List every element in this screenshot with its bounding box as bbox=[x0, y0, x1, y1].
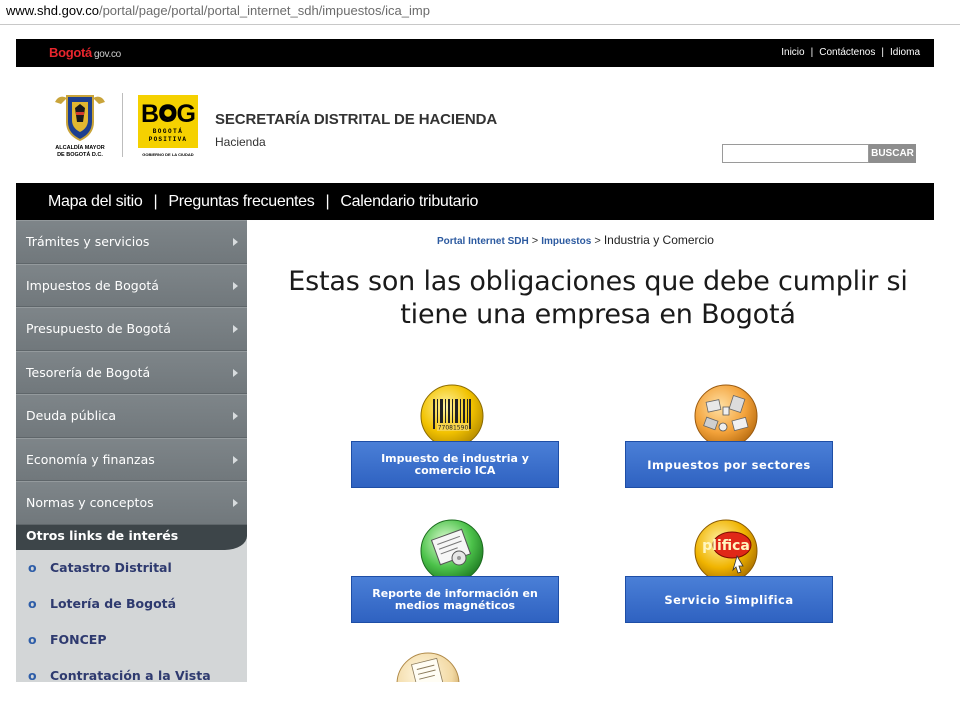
url-host: www.shd.gov.co bbox=[6, 3, 99, 18]
sidebar-item-label: Impuestos de Bogotá bbox=[26, 277, 159, 293]
svg-text:DE BOGOTÁ D.C.: DE BOGOTÁ D.C. bbox=[57, 151, 103, 158]
chevron-right-icon bbox=[233, 499, 238, 507]
sidebar-item-label: Economía y finanzas bbox=[26, 451, 155, 467]
nav-calendario-tributario[interactable]: Calendario tributario bbox=[340, 193, 478, 211]
brand-suffix: gov.co bbox=[93, 49, 121, 60]
link-contactenos[interactable]: Contáctenos bbox=[819, 47, 875, 58]
tile-sectores[interactable]: Impuestos por sectores bbox=[625, 383, 833, 489]
sidebar-item-label: Deuda pública bbox=[26, 408, 117, 423]
page-title: SECRETARÍA DISTRITAL DE HACIENDA bbox=[215, 111, 498, 128]
link-label: FONCEP bbox=[50, 632, 107, 647]
link-label: Lotería de Bogotá bbox=[50, 596, 177, 611]
breadcrumb-current: Industria y Comercio bbox=[603, 233, 714, 247]
alcaldia-bogota-logo[interactable]: ALCALDÍA MAYOR DE BOGOTÁ D.C. bbox=[45, 92, 115, 160]
svg-text:ALCALDÍA MAYOR: ALCALDÍA MAYOR bbox=[55, 143, 104, 151]
sidebar-item-deuda[interactable]: Deuda pública bbox=[16, 394, 247, 438]
other-links-heading: Otros links de interés bbox=[16, 525, 247, 550]
simplifica-icon: plifica bbox=[694, 519, 758, 583]
bullet-icon: o bbox=[28, 560, 37, 575]
chevron-right-icon bbox=[233, 325, 238, 333]
site-header: ALCALDÍA MAYOR DE BOGOTÁ D.C. BOG BOGOTÁ… bbox=[16, 67, 934, 183]
link-loteria[interactable]: o Lotería de Bogotá bbox=[16, 586, 247, 622]
tile-label: Impuesto de industria y comercio ICA bbox=[351, 441, 559, 488]
web-page: Bogotá gov.co Inicio | Contáctenos | Idio… bbox=[16, 39, 934, 682]
simplifica-logo-text: plifica bbox=[702, 538, 750, 554]
barcode-icon: 77081590 bbox=[420, 384, 484, 448]
other-links-list: o Catastro Distrital o Lotería de Bogotá o… bbox=[16, 550, 247, 682]
barcode-number: 77081590 bbox=[438, 425, 469, 432]
top-strip: Bogotá gov.co Inicio | Contáctenos | Idio… bbox=[16, 39, 934, 67]
breadcrumb-portal[interactable]: Portal Internet SDH bbox=[437, 236, 529, 247]
sidebar-item-label: Tesorería de Bogotá bbox=[26, 364, 151, 380]
breadcrumb: Portal Internet SDH > Impuestos > Indust… bbox=[437, 233, 714, 247]
svg-text:GOBIERNO DE LA CIUDAD: GOBIERNO DE LA CIUDAD bbox=[142, 152, 194, 157]
sidebar-item-normas[interactable]: Normas y conceptos bbox=[16, 481, 247, 525]
link-inicio[interactable]: Inicio bbox=[781, 47, 804, 58]
bogota-gov-logo[interactable]: Bogotá gov.co bbox=[49, 45, 121, 60]
top-link-separator: | bbox=[881, 47, 884, 58]
breadcrumb-impuestos[interactable]: Impuestos bbox=[541, 236, 591, 247]
tile-simplifica[interactable]: plifica Servicio Simplifica bbox=[625, 518, 833, 624]
sidebar-item-economia[interactable]: Economía y finanzas bbox=[16, 437, 247, 481]
bullet-icon: o bbox=[28, 596, 37, 611]
nav-separator: | bbox=[325, 192, 330, 210]
chevron-right-icon bbox=[233, 238, 238, 246]
link-foncep[interactable]: o FONCEP bbox=[16, 622, 247, 658]
nav-preguntas-frecuentes[interactable]: Preguntas frecuentes bbox=[168, 193, 314, 211]
nav-mapa-del-sitio[interactable]: Mapa del sitio bbox=[48, 193, 143, 211]
bullet-icon: o bbox=[28, 632, 37, 647]
breadcrumb-separator: > bbox=[594, 235, 601, 247]
chevron-right-icon bbox=[233, 412, 238, 420]
link-idioma[interactable]: Idioma bbox=[890, 47, 920, 58]
svg-text:POSITIVA: POSITIVA bbox=[149, 136, 187, 143]
svg-text:BOGOTÁ: BOGOTÁ bbox=[153, 128, 184, 135]
sidebar-item-tesoreria[interactable]: Tesorería de Bogotá bbox=[16, 350, 247, 394]
page-subtitle: Hacienda bbox=[215, 135, 266, 149]
bogota-positiva-logo[interactable]: BOG BOGOTÁ POSITIVA GOBIERNO DE LA CIUDA… bbox=[138, 95, 198, 159]
link-contratacion[interactable]: o Contratación a la Vista bbox=[16, 658, 247, 682]
main-nav: Mapa del sitio | Preguntas frecuentes | … bbox=[16, 183, 934, 220]
sidebar-item-label: Presupuesto de Bogotá bbox=[26, 321, 171, 336]
tile-label: Impuestos por sectores bbox=[625, 441, 833, 488]
nav-separator: | bbox=[153, 192, 158, 210]
chevron-right-icon bbox=[233, 455, 238, 464]
partial-document-icon[interactable] bbox=[395, 651, 461, 682]
chevron-right-icon bbox=[233, 368, 238, 377]
tile-ica[interactable]: 77081590 Impuesto de industria y comerci… bbox=[351, 383, 559, 489]
tile-label: Servicio Simplifica bbox=[625, 576, 833, 623]
address-bar-divider bbox=[0, 24, 960, 25]
sidebar-item-impuestos[interactable]: Impuestos de Bogotá bbox=[16, 263, 247, 307]
brand-name: Bogotá bbox=[49, 45, 92, 60]
search-input[interactable] bbox=[722, 144, 869, 163]
top-link-separator: | bbox=[810, 47, 814, 58]
sidebar-item-tramites[interactable]: Trámites y servicios bbox=[16, 220, 247, 264]
link-label: Catastro Distrital bbox=[50, 560, 172, 575]
sidebar: Trámites y servicios Impuestos de Bogotá… bbox=[16, 220, 247, 682]
page-headline: Estas son las obligaciones que debe cump… bbox=[288, 266, 908, 330]
sidebar-item-label: Trámites y servicios bbox=[26, 234, 150, 249]
url-path: /portal/page/portal/portal_internet_sdh/… bbox=[98, 3, 430, 18]
address-bar[interactable]: www.shd.gov.co/portal/page/portal/portal… bbox=[0, 0, 960, 24]
document-icon bbox=[420, 519, 484, 583]
link-label: Contratación a la Vista bbox=[50, 668, 211, 682]
tile-reporte[interactable]: Reporte de información en medios magnéti… bbox=[351, 518, 559, 624]
sidebar-item-label: Normas y conceptos bbox=[26, 495, 154, 510]
top-links: Inicio | Contáctenos | Idioma bbox=[781, 47, 920, 58]
sidebar-menu: Trámites y servicios Impuestos de Bogotá… bbox=[16, 220, 247, 525]
search-button[interactable]: BUSCAR bbox=[869, 144, 916, 163]
logo-divider bbox=[122, 93, 123, 157]
breadcrumb-separator: > bbox=[531, 235, 539, 247]
sectors-icon bbox=[694, 384, 758, 448]
chevron-right-icon bbox=[233, 281, 238, 290]
tile-label: Reporte de información en medios magnéti… bbox=[351, 576, 559, 623]
bullet-icon: o bbox=[28, 668, 37, 682]
sidebar-item-presupuesto[interactable]: Presupuesto de Bogotá bbox=[16, 307, 247, 351]
link-catastro[interactable]: o Catastro Distrital bbox=[16, 550, 247, 586]
